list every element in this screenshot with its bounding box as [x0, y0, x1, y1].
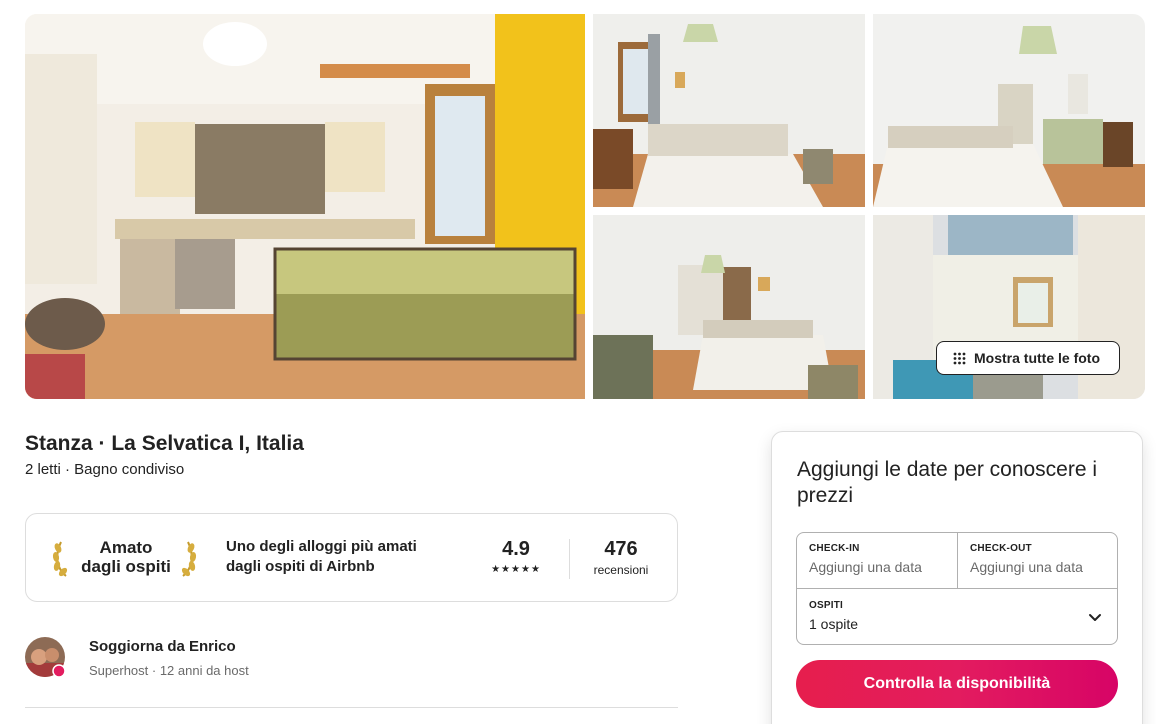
- booking-heading: Aggiungi le date per conoscere i prezzi: [797, 458, 1098, 507]
- photo-bedroom-2[interactable]: [873, 14, 1145, 207]
- listing-subtitle: 2 letti · Bagno condiviso: [25, 461, 185, 478]
- photo-kitchen[interactable]: [25, 14, 585, 399]
- listing-title: Stanza · La Selvatica I, Italia: [25, 432, 304, 455]
- superhost-badge-icon: [52, 664, 65, 677]
- checkout-label: CHECK-OUT: [970, 543, 1032, 554]
- rating-block: 4.9 ★★★★★: [482, 538, 550, 575]
- host-avatar[interactable]: [25, 637, 65, 677]
- date-guest-picker: CHECK-IN Aggiungi una data CHECK-OUT Agg…: [796, 532, 1118, 645]
- guests-dropdown[interactable]: OSPITI 1 ospite: [797, 589, 1118, 645]
- photo-bedroom-3[interactable]: [593, 215, 865, 399]
- show-all-photos-button[interactable]: Mostra tutte le foto: [936, 341, 1120, 375]
- rating-divider: [569, 539, 570, 579]
- guest-favorite-card[interactable]: Amato dagli ospiti Uno degli alloggi più…: [25, 513, 678, 602]
- photo-bedroom-1[interactable]: [593, 14, 865, 207]
- show-all-photos-label: Mostra tutte le foto: [974, 350, 1100, 366]
- checkin-field[interactable]: CHECK-IN Aggiungi una data: [797, 533, 958, 589]
- guest-favorite-description: Uno degli alloggi più amati dagli ospiti…: [226, 538, 417, 575]
- checkin-label: CHECK-IN: [809, 543, 860, 554]
- laurel-left-icon: [52, 541, 68, 577]
- checkout-field[interactable]: CHECK-OUT Aggiungi una data: [958, 533, 1118, 589]
- guest-favorite-badge: Amato dagli ospiti: [70, 538, 182, 576]
- star-rating-icon: ★★★★★: [491, 564, 541, 575]
- guests-label: OSPITI: [809, 600, 843, 611]
- host-name: Soggiorna da Enrico: [89, 638, 236, 655]
- grid-dots-icon: [953, 352, 966, 364]
- badge-line-1: Amato: [99, 538, 153, 557]
- photo-gallery: Mostra tutte le foto: [25, 14, 1145, 399]
- check-availability-button[interactable]: Controlla la disponibilità: [796, 660, 1118, 708]
- rating-value: 4.9: [502, 538, 530, 560]
- booking-card: Aggiungi le date per conoscere i prezzi …: [771, 431, 1143, 724]
- checkin-value: Aggiungi una data: [809, 559, 922, 575]
- reviews-link[interactable]: 476 recensioni: [586, 538, 656, 577]
- section-divider: [25, 707, 678, 708]
- reviews-label: recensioni: [593, 563, 649, 577]
- laurel-right-icon: [181, 541, 197, 577]
- badge-line-2: dagli ospiti: [81, 557, 171, 576]
- reviews-count: 476: [604, 538, 638, 560]
- checkout-value: Aggiungi una data: [970, 559, 1083, 575]
- guests-value: 1 ospite: [809, 616, 859, 632]
- host-meta: Superhost · 12 anni da host: [89, 663, 249, 678]
- chevron-down-icon: [1089, 614, 1101, 621]
